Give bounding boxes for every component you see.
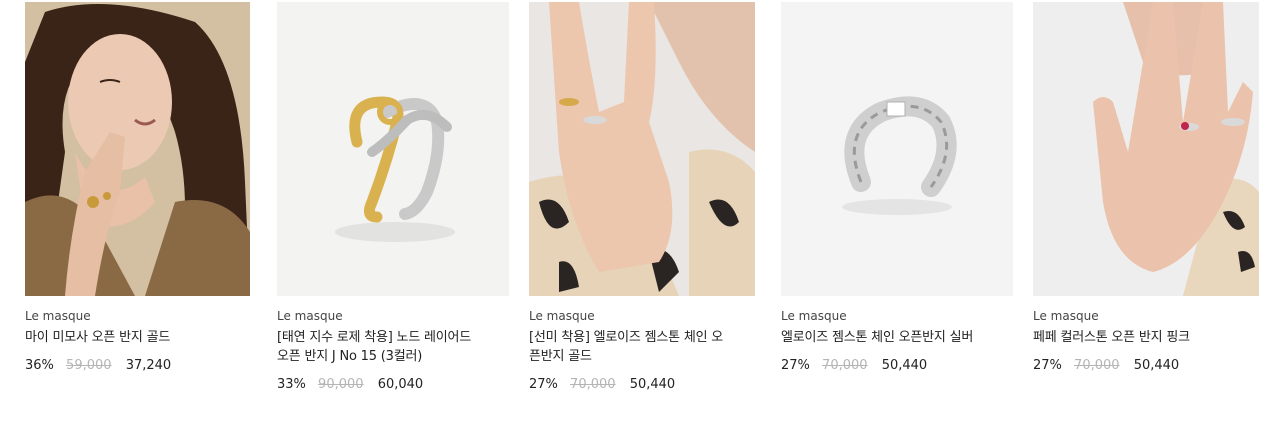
discount-rate: 27% (529, 377, 558, 392)
product-brand: Le masque (781, 309, 847, 323)
product-image[interactable] (25, 2, 250, 296)
product-brand: Le masque (25, 309, 91, 323)
product-grid: Le masque 마이 미모사 오픈 반지 골드 36% 59,000 37,… (0, 0, 1272, 426)
product-title[interactable]: [선미 착용] 엘로이즈 젬스톤 체인 오픈반지 골드 (529, 328, 734, 366)
original-price: 70,000 (822, 358, 868, 373)
price-row: 36% 59,000 37,240 (25, 357, 257, 375)
discount-rate: 27% (1033, 358, 1062, 373)
sale-price: 60,040 (377, 377, 424, 392)
product-brand: Le masque (1033, 309, 1099, 323)
sale-price: 50,440 (1133, 358, 1180, 373)
product-image[interactable] (277, 2, 509, 296)
discount-rate: 33% (277, 377, 306, 392)
model-portrait-gold-ring-icon (25, 2, 250, 296)
product-title[interactable]: 마이 미모사 오픈 반지 골드 (25, 328, 230, 347)
product-title[interactable]: 엘로이즈 젬스톤 체인 오픈반지 실버 (781, 328, 986, 347)
product-image[interactable] (1033, 2, 1259, 296)
discount-rate: 27% (781, 358, 810, 373)
original-price: 59,000 (66, 358, 112, 373)
price-row: 27% 70,000 50,440 (781, 357, 1013, 375)
product-title[interactable]: 페페 컬러스톤 오픈 반지 핑크 (1033, 328, 1238, 347)
silver-chain-ring-icon (781, 2, 1013, 296)
model-hand-chain-rings-icon (529, 2, 755, 296)
product-title[interactable]: [태연 지수 로제 착용] 노드 레이어드 오픈 반지 J No 15 (3컬러… (277, 328, 482, 366)
sale-price: 50,440 (629, 377, 676, 392)
model-hand-pink-stone-ring-icon (1033, 2, 1259, 296)
price-row: 27% 70,000 50,440 (1033, 357, 1265, 375)
price-row: 27% 70,000 50,440 (529, 376, 761, 394)
discount-rate: 36% (25, 358, 54, 373)
original-price: 70,000 (1074, 358, 1120, 373)
product-image[interactable] (529, 2, 755, 296)
original-price: 70,000 (570, 377, 616, 392)
original-price: 90,000 (318, 377, 364, 392)
sale-price: 50,440 (881, 358, 928, 373)
product-brand: Le masque (529, 309, 595, 323)
price-row: 33% 90,000 60,040 (277, 376, 509, 394)
sale-price: 37,240 (125, 358, 172, 373)
product-brand: Le masque (277, 309, 343, 323)
gold-silver-knot-ring-icon (277, 2, 509, 296)
product-image[interactable] (781, 2, 1013, 296)
